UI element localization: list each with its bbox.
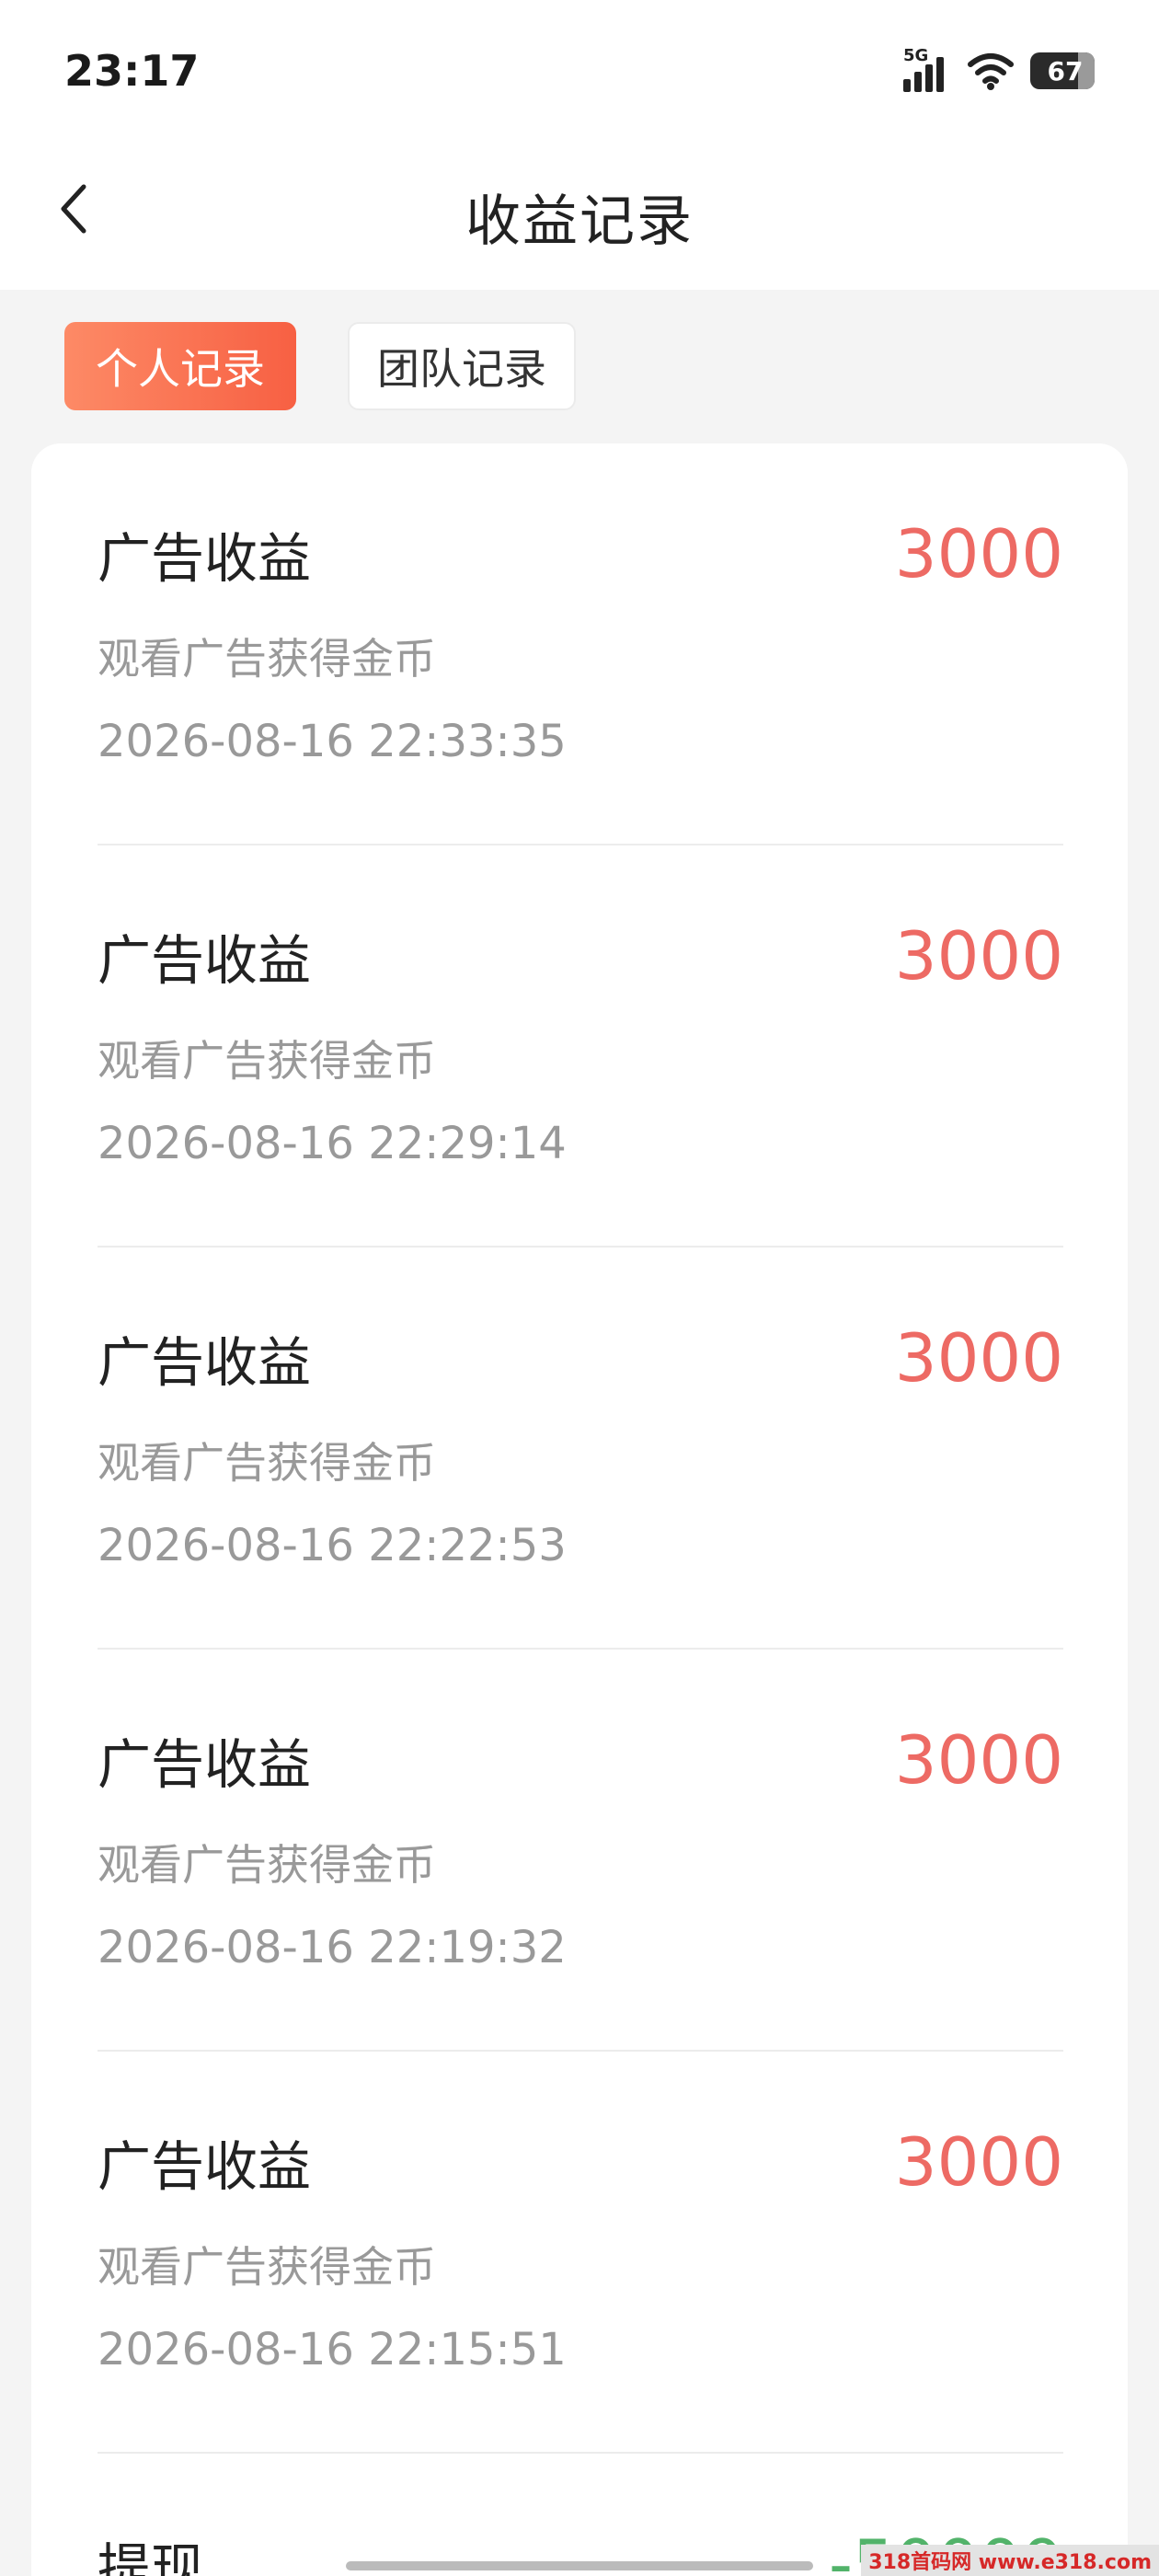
record-description: 观看广告获得金币	[98, 2242, 436, 2292]
home-indicator[interactable]	[346, 2561, 813, 2570]
record-amount: 3000	[894, 1319, 1063, 1397]
record-amount: 3000	[894, 2123, 1063, 2201]
record-title: 广告收益	[98, 929, 312, 992]
battery-icon: 67	[1030, 52, 1095, 89]
page-title: 收益记录	[465, 190, 694, 254]
record-time: 2026-08-16 22:19:32	[98, 1922, 567, 1973]
record-time: 2026-08-16 22:22:53	[98, 1520, 567, 1571]
list-item[interactable]: 广告收益 3000 观看广告获得金币 2026-08-16 22:33:35	[98, 443, 1063, 845]
tab-team-records[interactable]: 团队记录	[348, 322, 576, 410]
record-time: 2026-08-16 22:33:35	[98, 716, 567, 767]
record-title: 广告收益	[98, 1733, 312, 1796]
list-item[interactable]: 广告收益 3000 观看广告获得金币 2026-08-16 22:15:51	[98, 2052, 1063, 2454]
record-time: 2026-08-16 22:15:51	[98, 2324, 567, 2375]
wifi-icon	[968, 53, 1014, 90]
top-bar: 23:17 5G 67 收益记录	[0, 0, 1159, 290]
status-icons: 5G 67	[903, 46, 1095, 94]
list-item[interactable]: 广告收益 3000 观看广告获得金币 2026-08-16 22:29:14	[98, 845, 1063, 1248]
status-time: 23:17	[64, 46, 200, 96]
record-title: 广告收益	[98, 527, 312, 590]
record-title: 广告收益	[98, 1331, 312, 1394]
record-time: 2026-08-16 22:29:14	[98, 1118, 567, 1169]
record-title: 提现	[98, 2537, 205, 2576]
record-amount: 3000	[894, 1721, 1063, 1799]
list-item[interactable]: 广告收益 3000 观看广告获得金币 2026-08-16 22:19:32	[98, 1650, 1063, 2052]
watermark: 318首码网 www.e318.com	[861, 2545, 1159, 2576]
record-description: 观看广告获得金币	[98, 1840, 436, 1890]
record-description: 观看广告获得金币	[98, 634, 436, 684]
list-item[interactable]: 广告收益 3000 观看广告获得金币 2026-08-16 22:22:53	[98, 1248, 1063, 1650]
record-title: 广告收益	[98, 2135, 312, 2198]
record-description: 观看广告获得金币	[98, 1036, 436, 1086]
battery-level: 67	[1047, 55, 1084, 86]
cellular-signal-icon: 5G	[903, 46, 951, 92]
record-amount: 3000	[894, 515, 1063, 592]
record-description: 观看广告获得金币	[98, 1438, 436, 1488]
record-amount: 3000	[894, 917, 1063, 995]
network-label: 5G	[903, 46, 929, 65]
tab-personal-records[interactable]: 个人记录	[64, 322, 296, 410]
